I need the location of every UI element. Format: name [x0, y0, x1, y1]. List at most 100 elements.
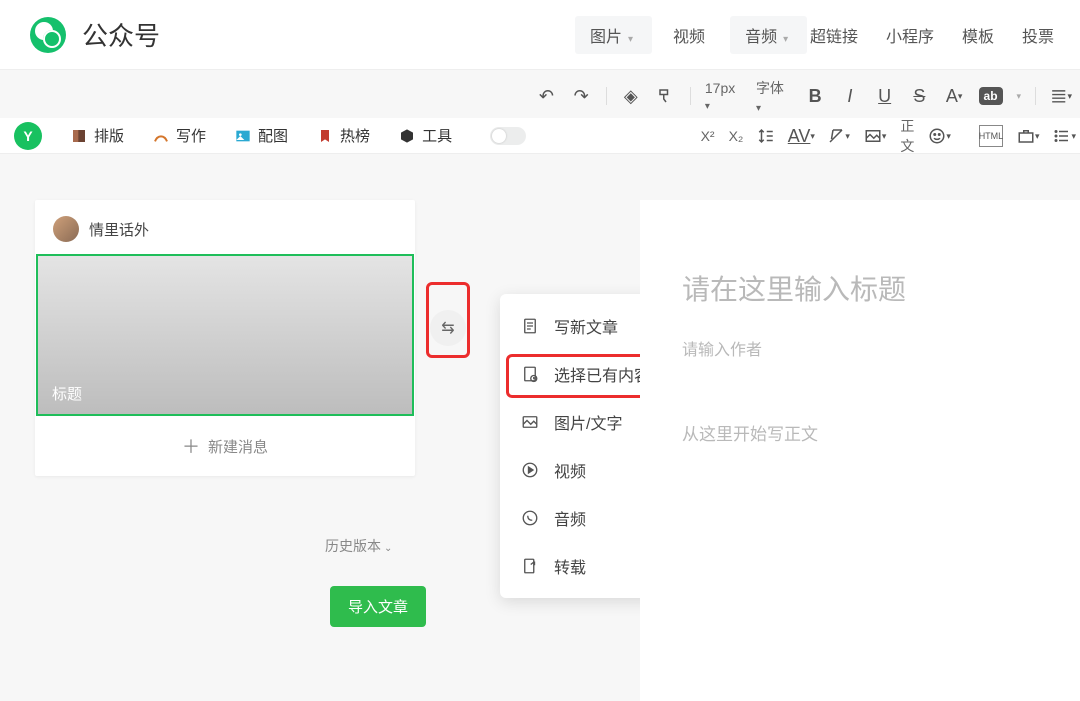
- plugin-logo-icon[interactable]: Y: [14, 122, 42, 150]
- nav-image-label: 配图: [258, 125, 288, 146]
- link-vote[interactable]: 投票: [1022, 23, 1054, 47]
- image-icon: [234, 127, 252, 145]
- author-name: 情里话外: [89, 219, 149, 240]
- header: 公众号 图片 ▾ 视频 音频 ▾ 超链接 小程序 模板 投票: [0, 0, 1080, 70]
- chevron-down-icon: ▾: [958, 91, 963, 102]
- image-icon: [520, 412, 540, 432]
- nav-tools[interactable]: 工具: [398, 125, 452, 146]
- audio-icon: [520, 508, 540, 528]
- tab-image-label: 图片: [590, 29, 622, 46]
- body-input[interactable]: 从这里开始写正文: [682, 420, 1080, 445]
- font-family-select[interactable]: 字体 ▾: [756, 78, 791, 114]
- cover-title: 标题: [52, 383, 82, 404]
- menu-item-label: 转载: [554, 554, 586, 578]
- tab-audio-label: 音频: [745, 29, 777, 46]
- plus-icon: ＋: [182, 433, 200, 459]
- chevron-down-icon: ▾: [1067, 91, 1072, 102]
- format-toolbar-row2: X² X₂ AV▾ ▾ ▾ 正文 ▾ HTML ▾ ▾: [710, 118, 1076, 154]
- letter-spacing-icon[interactable]: AV▾: [789, 125, 813, 147]
- author-row: 情里话外: [35, 200, 415, 254]
- strikethrough-icon[interactable]: S: [909, 85, 930, 107]
- document-clock-icon: [520, 364, 540, 384]
- title-input[interactable]: 请在这里输入标题: [682, 268, 1080, 308]
- media-tabs: 图片 ▾ 视频 音频 ▾: [575, 16, 807, 54]
- layout-icon: [70, 127, 88, 145]
- underline-icon[interactable]: U: [874, 85, 895, 107]
- nav-layout-label: 排版: [94, 125, 124, 146]
- menu-item-label: 音频: [554, 506, 586, 530]
- format-toolbar: ↶ ↷ ◈ 17px ▾ 字体 ▾ B I U S A▾ ab ▾ ▾: [536, 78, 1080, 114]
- font-size-select[interactable]: 17px ▾: [705, 80, 742, 112]
- separator: [606, 87, 607, 105]
- menu-item-label: 选择已有内容: [554, 362, 650, 386]
- bold-icon[interactable]: B: [805, 85, 826, 107]
- nav-tools-label: 工具: [422, 125, 452, 146]
- format-toolbar-row1: ↶ ↷ ◈ 17px ▾ 字体 ▾ B I U S A▾ ab ▾ ▾: [536, 78, 1080, 114]
- menu-item-label: 写新文章: [554, 314, 618, 338]
- nav-hot[interactable]: 热榜: [316, 125, 370, 146]
- header-right-links: 超链接 小程序 模板 投票: [810, 23, 1054, 47]
- font-color-icon[interactable]: A▾: [944, 85, 965, 107]
- write-icon: [152, 127, 170, 145]
- line-height-icon[interactable]: [757, 125, 775, 147]
- link-template[interactable]: 模板: [962, 23, 994, 47]
- format-eraser-icon[interactable]: ◈: [620, 85, 641, 107]
- tab-audio[interactable]: 音频 ▾: [730, 16, 807, 54]
- author-input[interactable]: 请输入作者: [682, 336, 1080, 360]
- html-icon[interactable]: HTML: [979, 125, 1003, 147]
- new-message-button[interactable]: ＋ 新建消息: [35, 416, 415, 476]
- tab-video-label: 视频: [673, 29, 705, 46]
- italic-icon[interactable]: I: [840, 85, 861, 107]
- undo-icon[interactable]: ↶: [536, 85, 557, 107]
- nav-layout[interactable]: 排版: [70, 125, 124, 146]
- history-versions[interactable]: 历史版本⌄: [325, 536, 392, 556]
- history-label: 历史版本: [325, 538, 381, 554]
- link-hyperlink[interactable]: 超链接: [810, 23, 858, 47]
- tab-image[interactable]: 图片 ▾: [575, 16, 652, 54]
- nav-image[interactable]: 配图: [234, 125, 288, 146]
- bookmark-icon: [316, 127, 334, 145]
- play-icon: [520, 460, 540, 480]
- new-message-label: 新建消息: [208, 436, 268, 457]
- chevron-down-icon: ▾: [756, 103, 761, 114]
- workspace: 情里话外 标题 ＋ 新建消息 历史版本⌄ 导入文章 ⇆ 写新文章 选择已有内容 …: [0, 154, 1080, 701]
- nav-write-label: 写作: [176, 125, 206, 146]
- chevron-down-icon: ▾: [1017, 91, 1022, 102]
- clear-format-icon[interactable]: ▾: [827, 125, 850, 147]
- cover-thumbnail[interactable]: 标题: [36, 254, 414, 416]
- chevron-down-icon: ▾: [628, 34, 633, 45]
- message-card: 情里话外 标题 ＋ 新建消息: [35, 200, 415, 476]
- swap-button[interactable]: ⇆: [430, 310, 466, 346]
- text-style-select[interactable]: 正文: [900, 116, 914, 156]
- wechat-logo-icon: [30, 17, 66, 53]
- tab-video[interactable]: 视频: [658, 16, 724, 54]
- superscript-icon[interactable]: X²: [701, 128, 715, 144]
- document-icon: [520, 316, 540, 336]
- import-article-button[interactable]: 导入文章: [330, 586, 426, 627]
- emoji-icon[interactable]: ▾: [928, 125, 951, 147]
- editor-panel: 请在这里输入标题 请输入作者 从这里开始写正文: [640, 200, 1080, 701]
- briefcase-icon[interactable]: ▾: [1017, 125, 1040, 147]
- menu-item-label: 视频: [554, 458, 586, 482]
- nav-write[interactable]: 写作: [152, 125, 206, 146]
- highlight-icon[interactable]: ab: [979, 87, 1003, 105]
- avatar: [53, 216, 79, 242]
- align-icon[interactable]: ▾: [1050, 85, 1072, 107]
- separator: [1035, 87, 1036, 105]
- separator: [690, 87, 691, 105]
- insert-image-icon[interactable]: ▾: [864, 125, 887, 147]
- cube-icon: [398, 127, 416, 145]
- page-title: 公众号: [82, 16, 160, 53]
- format-painter-icon[interactable]: [655, 85, 676, 107]
- nav-hot-label: 热榜: [340, 125, 370, 146]
- toggle-switch[interactable]: [490, 127, 526, 145]
- secondary-nav: Y 排版 写作 配图 热榜 工具 X² X₂ AV▾ ▾ ▾ 正文 ▾ HTML…: [0, 118, 1080, 154]
- redo-icon[interactable]: ↷: [571, 85, 592, 107]
- menu-item-label: 图片/文字: [554, 410, 622, 434]
- share-icon: [520, 556, 540, 576]
- list-icon[interactable]: ▾: [1053, 125, 1076, 147]
- link-miniprogram[interactable]: 小程序: [886, 23, 934, 47]
- chevron-down-icon: ▾: [783, 34, 788, 45]
- chevron-down-icon: ⌄: [384, 543, 392, 554]
- subscript-icon[interactable]: X₂: [729, 128, 744, 144]
